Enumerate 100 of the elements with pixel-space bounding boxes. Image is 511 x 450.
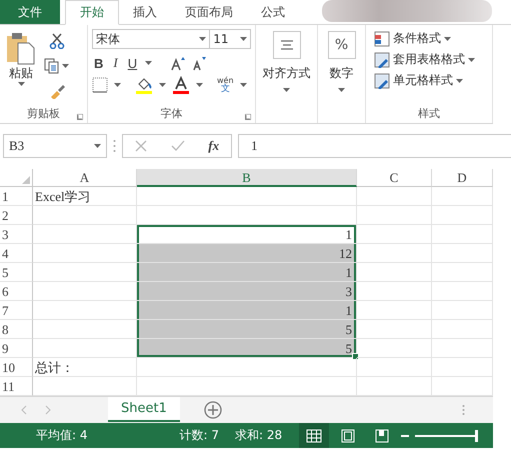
sum-readout: 求和: 28 [235, 427, 282, 444]
empty-cell[interactable] [432, 320, 493, 339]
empty-cell[interactable] [432, 244, 493, 263]
row-header[interactable]: 9 [0, 339, 33, 358]
next-sheet-icon[interactable] [44, 405, 52, 415]
caret-icon[interactable] [196, 83, 203, 87]
page-break-icon [374, 428, 390, 442]
number-button[interactable]: % 数字 [326, 29, 358, 106]
table-cell[interactable]: 3 [137, 282, 357, 301]
check-icon[interactable] [170, 140, 185, 152]
italic-button[interactable]: I [111, 54, 120, 72]
row-header[interactable]: 7 [0, 301, 33, 320]
borders-icon[interactable] [92, 77, 108, 93]
select-all-icon[interactable] [22, 176, 30, 184]
table-cell[interactable]: Excel学习 [33, 187, 137, 206]
empty-cell[interactable] [432, 187, 493, 206]
sheet-tab[interactable]: Sheet1 [108, 397, 180, 422]
ribbon-tab[interactable]: 插入 [119, 0, 171, 24]
shrink-font-icon[interactable] [192, 55, 208, 71]
table-cell[interactable]: 5 [137, 320, 357, 339]
row-header[interactable]: 8 [0, 320, 33, 339]
empty-cell[interactable] [33, 206, 137, 225]
font-color-icon[interactable] [172, 76, 190, 94]
empty-cell[interactable] [357, 206, 432, 225]
scissors-icon[interactable] [48, 33, 64, 49]
styles-menu-button[interactable]: 单元格样式 [374, 71, 488, 90]
insert-function-button[interactable]: fx [208, 138, 220, 154]
caret-icon[interactable] [240, 83, 247, 87]
align-center-icon [280, 40, 294, 50]
paste-button[interactable]: 粘贴 [4, 29, 38, 106]
column-header[interactable]: D [432, 169, 493, 187]
table-cell[interactable]: 1 [137, 301, 357, 320]
row-header[interactable]: 1 [0, 187, 33, 206]
empty-cell[interactable] [432, 263, 493, 282]
table-brush-icon [374, 72, 390, 88]
page-icon [340, 428, 356, 442]
group-label: 字体 [92, 106, 251, 123]
file-menu[interactable]: 文件 [0, 0, 60, 24]
group-label: 剪贴板 [4, 106, 83, 123]
caret-icon[interactable] [94, 144, 101, 148]
grow-font-icon[interactable] [170, 55, 186, 71]
caret-icon[interactable] [145, 61, 152, 65]
copy-button[interactable] [42, 57, 71, 75]
underline-button[interactable]: U [126, 54, 140, 72]
grid-icon [306, 428, 322, 442]
grip-icon [462, 404, 465, 416]
count-readout: 计数: 7 [180, 427, 219, 444]
add-sheet-icon[interactable] [204, 401, 222, 419]
empty-cell[interactable] [432, 339, 493, 358]
dialog-launcher-icon[interactable] [77, 114, 83, 120]
styles-menu-button[interactable]: 条件格式 [374, 29, 488, 48]
format-painter-icon[interactable] [48, 83, 64, 99]
empty-cell[interactable] [432, 358, 493, 377]
view-button[interactable] [299, 423, 330, 448]
table-cell[interactable]: 1 [137, 263, 357, 282]
fill-handle[interactable] [352, 353, 359, 360]
fill-color-icon[interactable] [135, 76, 153, 94]
cancel-icon[interactable] [134, 140, 147, 152]
caret-icon[interactable] [283, 88, 290, 92]
empty-cell[interactable] [432, 282, 493, 301]
phonetic-button[interactable]: wén 文 [217, 76, 234, 94]
table-cell[interactable]: 5 [137, 339, 357, 358]
dialog-launcher-icon[interactable] [245, 114, 251, 120]
ribbon-tab[interactable]: 开始 [65, 0, 119, 25]
row-header[interactable]: 5 [0, 263, 33, 282]
caret-icon[interactable] [456, 78, 463, 82]
column-header[interactable]: B [137, 169, 357, 187]
table-brush-icon [374, 52, 390, 68]
ribbon-tab[interactable]: 页面布局 [171, 0, 247, 24]
name-box[interactable]: B3 [3, 134, 107, 158]
empty-cell[interactable] [137, 187, 357, 206]
empty-cell[interactable] [432, 301, 493, 320]
caret-icon[interactable] [62, 64, 69, 68]
row-header[interactable]: 2 [0, 206, 33, 225]
caret-icon[interactable] [338, 88, 345, 92]
empty-cell[interactable] [432, 225, 493, 244]
bold-button[interactable]: B [92, 54, 106, 72]
caret-icon[interactable] [18, 82, 24, 86]
clipboard-icon [6, 31, 36, 65]
previous-sheet-icon[interactable] [20, 405, 28, 415]
styles-menu-button[interactable]: 套用表格格式 [374, 50, 488, 69]
row-header[interactable]: 4 [0, 244, 33, 263]
empty-cell[interactable] [137, 358, 357, 377]
row-header[interactable]: 10 [0, 358, 33, 377]
ribbon-tab[interactable]: 公式 [247, 0, 299, 24]
caret-icon[interactable] [114, 83, 121, 87]
empty-cell[interactable] [432, 206, 493, 225]
caret-icon[interactable] [444, 36, 451, 40]
caret-icon[interactable] [159, 83, 166, 87]
table-cell[interactable]: 1 [137, 225, 357, 244]
row-header[interactable]: 6 [0, 282, 33, 301]
table-cell[interactable]: 12 [137, 244, 357, 263]
table-cell[interactable]: 总计： [33, 358, 137, 377]
empty-cell[interactable] [357, 187, 432, 206]
alignment-button[interactable]: 对齐方式 [260, 29, 312, 106]
column-header[interactable]: C [357, 169, 432, 187]
empty-cell[interactable] [357, 358, 432, 377]
formula-field[interactable]: 1 [238, 134, 511, 158]
row-header[interactable]: 3 [0, 225, 33, 244]
caret-icon[interactable] [468, 58, 475, 62]
